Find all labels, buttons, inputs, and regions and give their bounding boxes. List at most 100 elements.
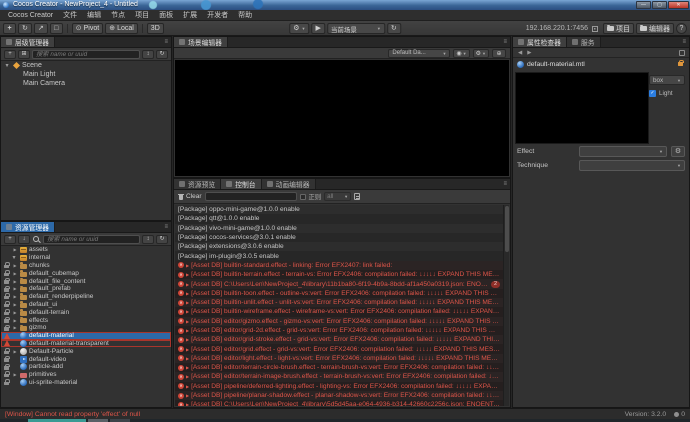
expand-arrow[interactable] [12, 278, 18, 285]
open-editor-folder-button[interactable]: 编辑器 [636, 23, 674, 34]
hierarchy-node-row[interactable]: Scene [1, 61, 171, 70]
menu-item[interactable]: 帮助 [233, 10, 257, 20]
menu-item[interactable]: 扩展 [178, 10, 202, 20]
asset-row[interactable]: default_file_content [1, 277, 171, 285]
inspector-tab[interactable]: 服务 [566, 37, 601, 47]
console-log-row[interactable]: [Asset DB] editor/terrain-circle-brush.e… [175, 363, 503, 373]
expand-arrow[interactable] [186, 271, 189, 278]
expand-all-button[interactable]: ↕ [142, 49, 154, 59]
light-checkbox[interactable]: ✓ [649, 90, 656, 97]
close-button[interactable]: ✕ [668, 1, 689, 9]
qr-code-icon[interactable] [592, 25, 598, 32]
expand-arrow[interactable] [186, 308, 189, 315]
mode-3d-button[interactable]: 3D [146, 23, 164, 34]
inspector-tab[interactable]: 属性检查器 [513, 37, 567, 47]
pivot-toggle-button[interactable]: ⊙ Pivot [71, 23, 104, 34]
panel-menu-icon[interactable] [164, 224, 168, 230]
console-log-row[interactable]: [Package] cocos-services@3.0.1 enable [175, 232, 503, 243]
expand-arrow[interactable] [12, 371, 18, 378]
menu-item[interactable]: Cocos Creator [3, 12, 58, 19]
asset-row[interactable]: default-video [1, 355, 171, 363]
console-log-row[interactable]: [Asset DB] editor/grid-stroke.effect - g… [175, 335, 503, 345]
expand-arrow[interactable] [186, 383, 189, 390]
expand-arrow[interactable] [186, 290, 189, 297]
asset-row[interactable]: assets [1, 246, 171, 254]
menu-item[interactable]: 开发者 [202, 10, 233, 20]
expand-arrow[interactable] [12, 309, 18, 316]
material-preview[interactable] [515, 72, 649, 144]
asset-row[interactable]: default_ui [1, 301, 171, 309]
tab-hierarchy[interactable]: 层级管理器 [1, 37, 55, 47]
preview-shape-dropdown[interactable]: box ▼ [649, 75, 685, 85]
log-level-dropdown[interactable]: all ▼ [324, 192, 352, 201]
back-icon[interactable]: ◀ [518, 48, 522, 58]
asset-row[interactable]: default_renderpipeline [1, 293, 171, 301]
expand-arrow[interactable] [12, 270, 18, 277]
menu-item[interactable]: 项目 [130, 10, 154, 20]
scene-selector-dropdown[interactable]: 当前场景 ▼ [326, 23, 385, 34]
console-log-row[interactable]: [Asset DB] editor/gizmo.effect - gizmo-v… [175, 316, 503, 326]
assets-search-input[interactable] [43, 234, 140, 244]
menu-item[interactable]: 节点 [106, 10, 130, 20]
asset-row[interactable]: default-terrain [1, 308, 171, 316]
menu-item[interactable]: 面板 [154, 10, 178, 20]
console-scrollbar[interactable] [503, 205, 509, 406]
asset-row[interactable]: default-material-transparent [1, 339, 171, 348]
console-log-row[interactable]: [Asset DB] pipeline/planar-shadow.effect… [175, 390, 503, 401]
asset-row[interactable]: chunks [1, 262, 171, 270]
console-log-row[interactable]: [Package] qtt@1.0.0 enable [175, 214, 503, 224]
expand-arrow[interactable] [5, 62, 11, 69]
asset-row[interactable]: Default-Particle [1, 347, 171, 355]
scene-view-dropdown[interactable]: Default Da... ▼ [388, 48, 451, 58]
console-area-tab[interactable]: 控制台 [221, 179, 262, 189]
menu-item[interactable]: 编辑 [82, 10, 106, 20]
regex-checkbox[interactable] [299, 193, 306, 200]
expand-arrow[interactable] [12, 324, 18, 331]
status-error-message[interactable]: [Window] Cannot read property 'effect' o… [5, 411, 625, 418]
expand-arrow[interactable] [12, 262, 18, 269]
expand-arrow[interactable] [12, 293, 18, 300]
create-asset-button[interactable]: + [4, 234, 16, 244]
expand-arrow[interactable] [186, 364, 189, 371]
rect-tool-button[interactable]: □ [49, 23, 63, 34]
expand-arrow[interactable] [186, 336, 189, 343]
console-log-row[interactable]: [Asset DB] pipeline/deferred-lighting.ef… [175, 381, 503, 391]
snapshot-icon[interactable] [679, 50, 685, 56]
asset-row[interactable]: default-material [1, 331, 171, 340]
scrollbar-thumb[interactable] [505, 206, 509, 252]
world-axis-button[interactable]: ⊕ [492, 48, 506, 58]
asset-row[interactable]: gizmo [1, 324, 171, 332]
menu-item[interactable]: 文件 [58, 10, 82, 20]
light-toggle[interactable]: ✓ Light [649, 90, 685, 97]
forward-icon[interactable]: ▶ [527, 48, 531, 58]
expand-arrow[interactable] [186, 299, 189, 306]
move-tool-button[interactable]: + [3, 23, 16, 34]
console-log-row[interactable]: [Asset DB] builtin-unlit.effect - unlit-… [175, 297, 503, 308]
local-toggle-button[interactable]: ⊕ Local [105, 23, 138, 34]
expand-arrow[interactable] [12, 348, 18, 355]
open-log-file-icon[interactable] [354, 193, 361, 200]
maximize-button[interactable]: ▢ [652, 1, 667, 9]
search-icon[interactable] [32, 235, 41, 244]
camera-settings-button[interactable]: ◉ ▼ [453, 48, 470, 58]
panel-menu-icon[interactable] [682, 39, 686, 45]
help-button[interactable]: ? [676, 23, 687, 34]
panel-menu-icon[interactable] [164, 39, 168, 45]
expand-arrow[interactable] [12, 246, 18, 253]
console-log-row[interactable]: [Asset DB] editor/grid-2d.effect - grid-… [175, 325, 503, 336]
console-filter-input[interactable] [204, 192, 297, 201]
device-settings-button[interactable]: ⚙ ▼ [289, 23, 310, 34]
open-project-folder-button[interactable]: 项目 [603, 23, 634, 34]
expand-arrow[interactable] [186, 262, 189, 269]
tab-assets[interactable]: 资源管理器 [1, 222, 55, 232]
console-log-row[interactable]: [Package] vivo-mini-game@1.0.0 enable [175, 223, 503, 233]
panel-menu-icon[interactable] [503, 181, 507, 187]
expand-arrow[interactable] [186, 346, 189, 353]
asset-row[interactable]: default_cubemap [1, 269, 171, 277]
expand-arrow[interactable] [186, 373, 189, 380]
clear-console-button[interactable]: Clear [178, 193, 202, 200]
expand-arrow[interactable] [186, 392, 189, 399]
expand-arrow[interactable] [12, 317, 18, 324]
hierarchy-node-row[interactable]: Main Light [1, 70, 171, 79]
console-log-row[interactable]: [Asset DB] builtin-toon.effect - outline… [175, 288, 503, 298]
